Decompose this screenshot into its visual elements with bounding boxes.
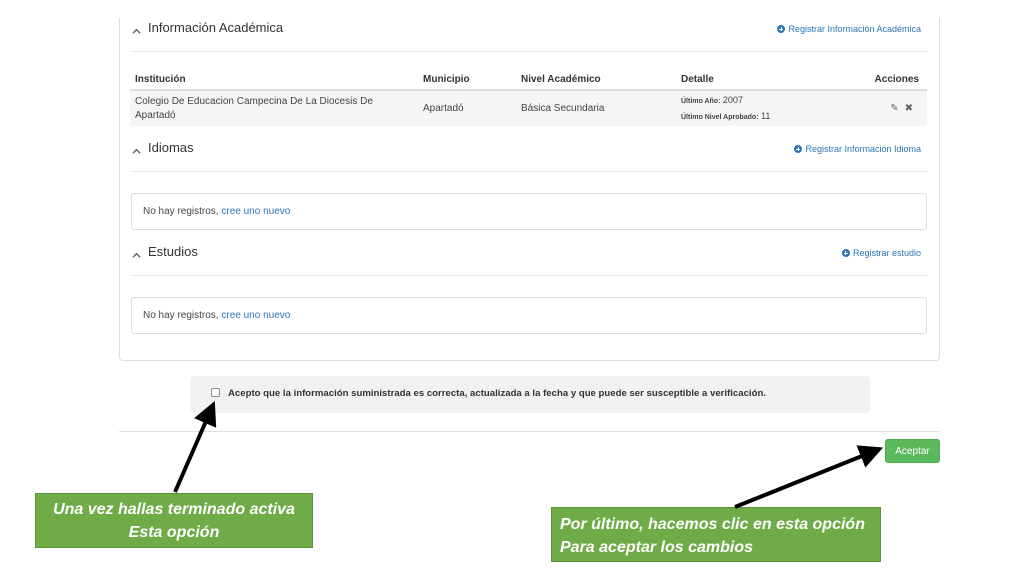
arrow-to-accept-button: [734, 445, 884, 509]
annotation-arrows: [173, 401, 884, 509]
stage: Información Académica Registrar Informac…: [0, 0, 1024, 576]
arrow-to-checkbox: [173, 401, 217, 493]
